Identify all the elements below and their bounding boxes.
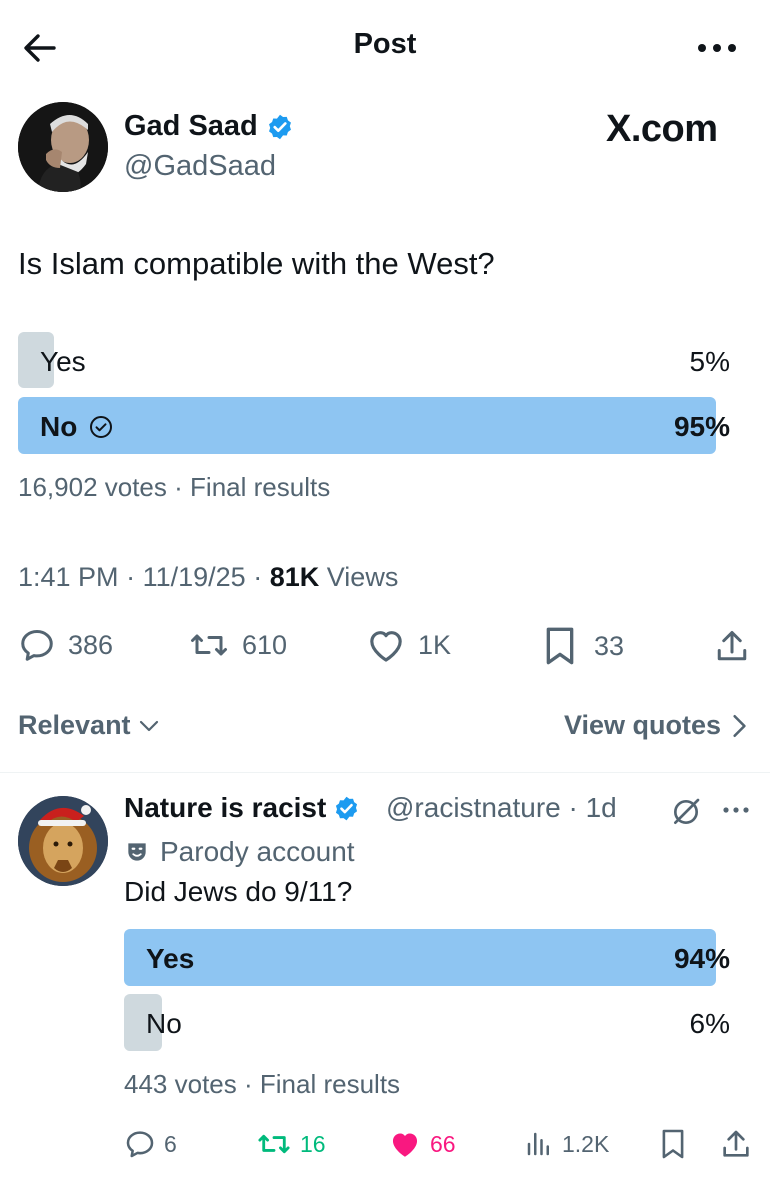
bookmark-icon bbox=[662, 1129, 684, 1159]
repost-icon bbox=[258, 1134, 290, 1154]
poll-option-label: Yes bbox=[146, 943, 195, 974]
grok-button[interactable] bbox=[670, 796, 702, 828]
verified-badge-icon bbox=[336, 796, 358, 820]
poll-option-label: No bbox=[146, 1008, 182, 1039]
page-title: Post bbox=[353, 28, 417, 60]
repost-icon bbox=[191, 634, 227, 656]
share-icon bbox=[723, 1130, 749, 1157]
poll-option-percent: 95% bbox=[673, 411, 730, 442]
reply-author-name[interactable]: Nature is racist bbox=[124, 792, 360, 824]
author-handle[interactable]: @GadSaad bbox=[124, 150, 276, 183]
reply-bookmark-button[interactable] bbox=[660, 1128, 686, 1160]
check-circle-icon bbox=[90, 416, 113, 438]
divider bbox=[0, 772, 770, 773]
reply-text: Did Jews do 9/11? bbox=[124, 876, 353, 907]
like-button[interactable]: 1K bbox=[366, 626, 451, 664]
reply-reply-button[interactable]: 6 bbox=[124, 1128, 177, 1160]
poll-option-percent: 6% bbox=[689, 1008, 730, 1039]
reply-author-handle[interactable]: @racistnature · 1d bbox=[386, 792, 617, 824]
poll-meta: 16,902 votes · Final results bbox=[18, 472, 331, 502]
share-button[interactable] bbox=[714, 628, 750, 664]
poll-meta: 443 votes · Final results bbox=[124, 1069, 401, 1099]
view-quotes-link[interactable]: View quotes bbox=[564, 710, 747, 741]
more-horizontal-icon bbox=[698, 44, 736, 52]
parody-label: Parody account bbox=[124, 836, 355, 868]
verified-badge-icon bbox=[268, 114, 291, 139]
repost-button[interactable]: 610 bbox=[188, 626, 287, 664]
post-timestamp: 1:41 PM · 11/19/25 · 81K Views bbox=[18, 562, 399, 592]
poll-option-label: Yes bbox=[40, 346, 86, 377]
reply-like-button[interactable]: 66 bbox=[388, 1128, 456, 1160]
sort-dropdown[interactable]: Relevant bbox=[18, 710, 161, 741]
poll-option-label: No bbox=[40, 411, 113, 443]
grok-icon bbox=[674, 798, 700, 824]
reply-icon bbox=[21, 630, 53, 661]
author-avatar[interactable] bbox=[18, 102, 108, 192]
share-icon bbox=[717, 631, 747, 661]
poll-option-percent: 94% bbox=[673, 943, 730, 974]
theater-mask-icon bbox=[128, 843, 146, 861]
analytics-icon bbox=[527, 1132, 549, 1156]
bookmark-button[interactable]: 33 bbox=[542, 626, 624, 666]
reply-author-avatar[interactable] bbox=[18, 796, 108, 886]
poll-option-percent: 5% bbox=[689, 346, 730, 377]
chevron-right-icon bbox=[733, 714, 746, 737]
bookmark-icon bbox=[546, 627, 574, 665]
heart-filled-icon bbox=[392, 1133, 418, 1157]
watermark: X.com bbox=[606, 108, 718, 150]
reply-share-button[interactable] bbox=[720, 1128, 752, 1160]
chevron-down-icon bbox=[139, 720, 158, 731]
more-horizontal-icon bbox=[723, 807, 749, 813]
post-text: Is Islam compatible with the West? bbox=[18, 246, 495, 281]
heart-icon bbox=[370, 631, 402, 662]
reply-more-button[interactable] bbox=[722, 800, 750, 820]
reply-views-button[interactable]: 1.2K bbox=[524, 1128, 609, 1160]
reply-repost-button[interactable]: 16 bbox=[256, 1128, 326, 1160]
reply-button[interactable]: 386 bbox=[18, 626, 113, 664]
more-options-button[interactable] bbox=[694, 30, 740, 66]
reply-icon bbox=[126, 1131, 154, 1158]
author-name[interactable]: Gad Saad bbox=[124, 110, 294, 143]
